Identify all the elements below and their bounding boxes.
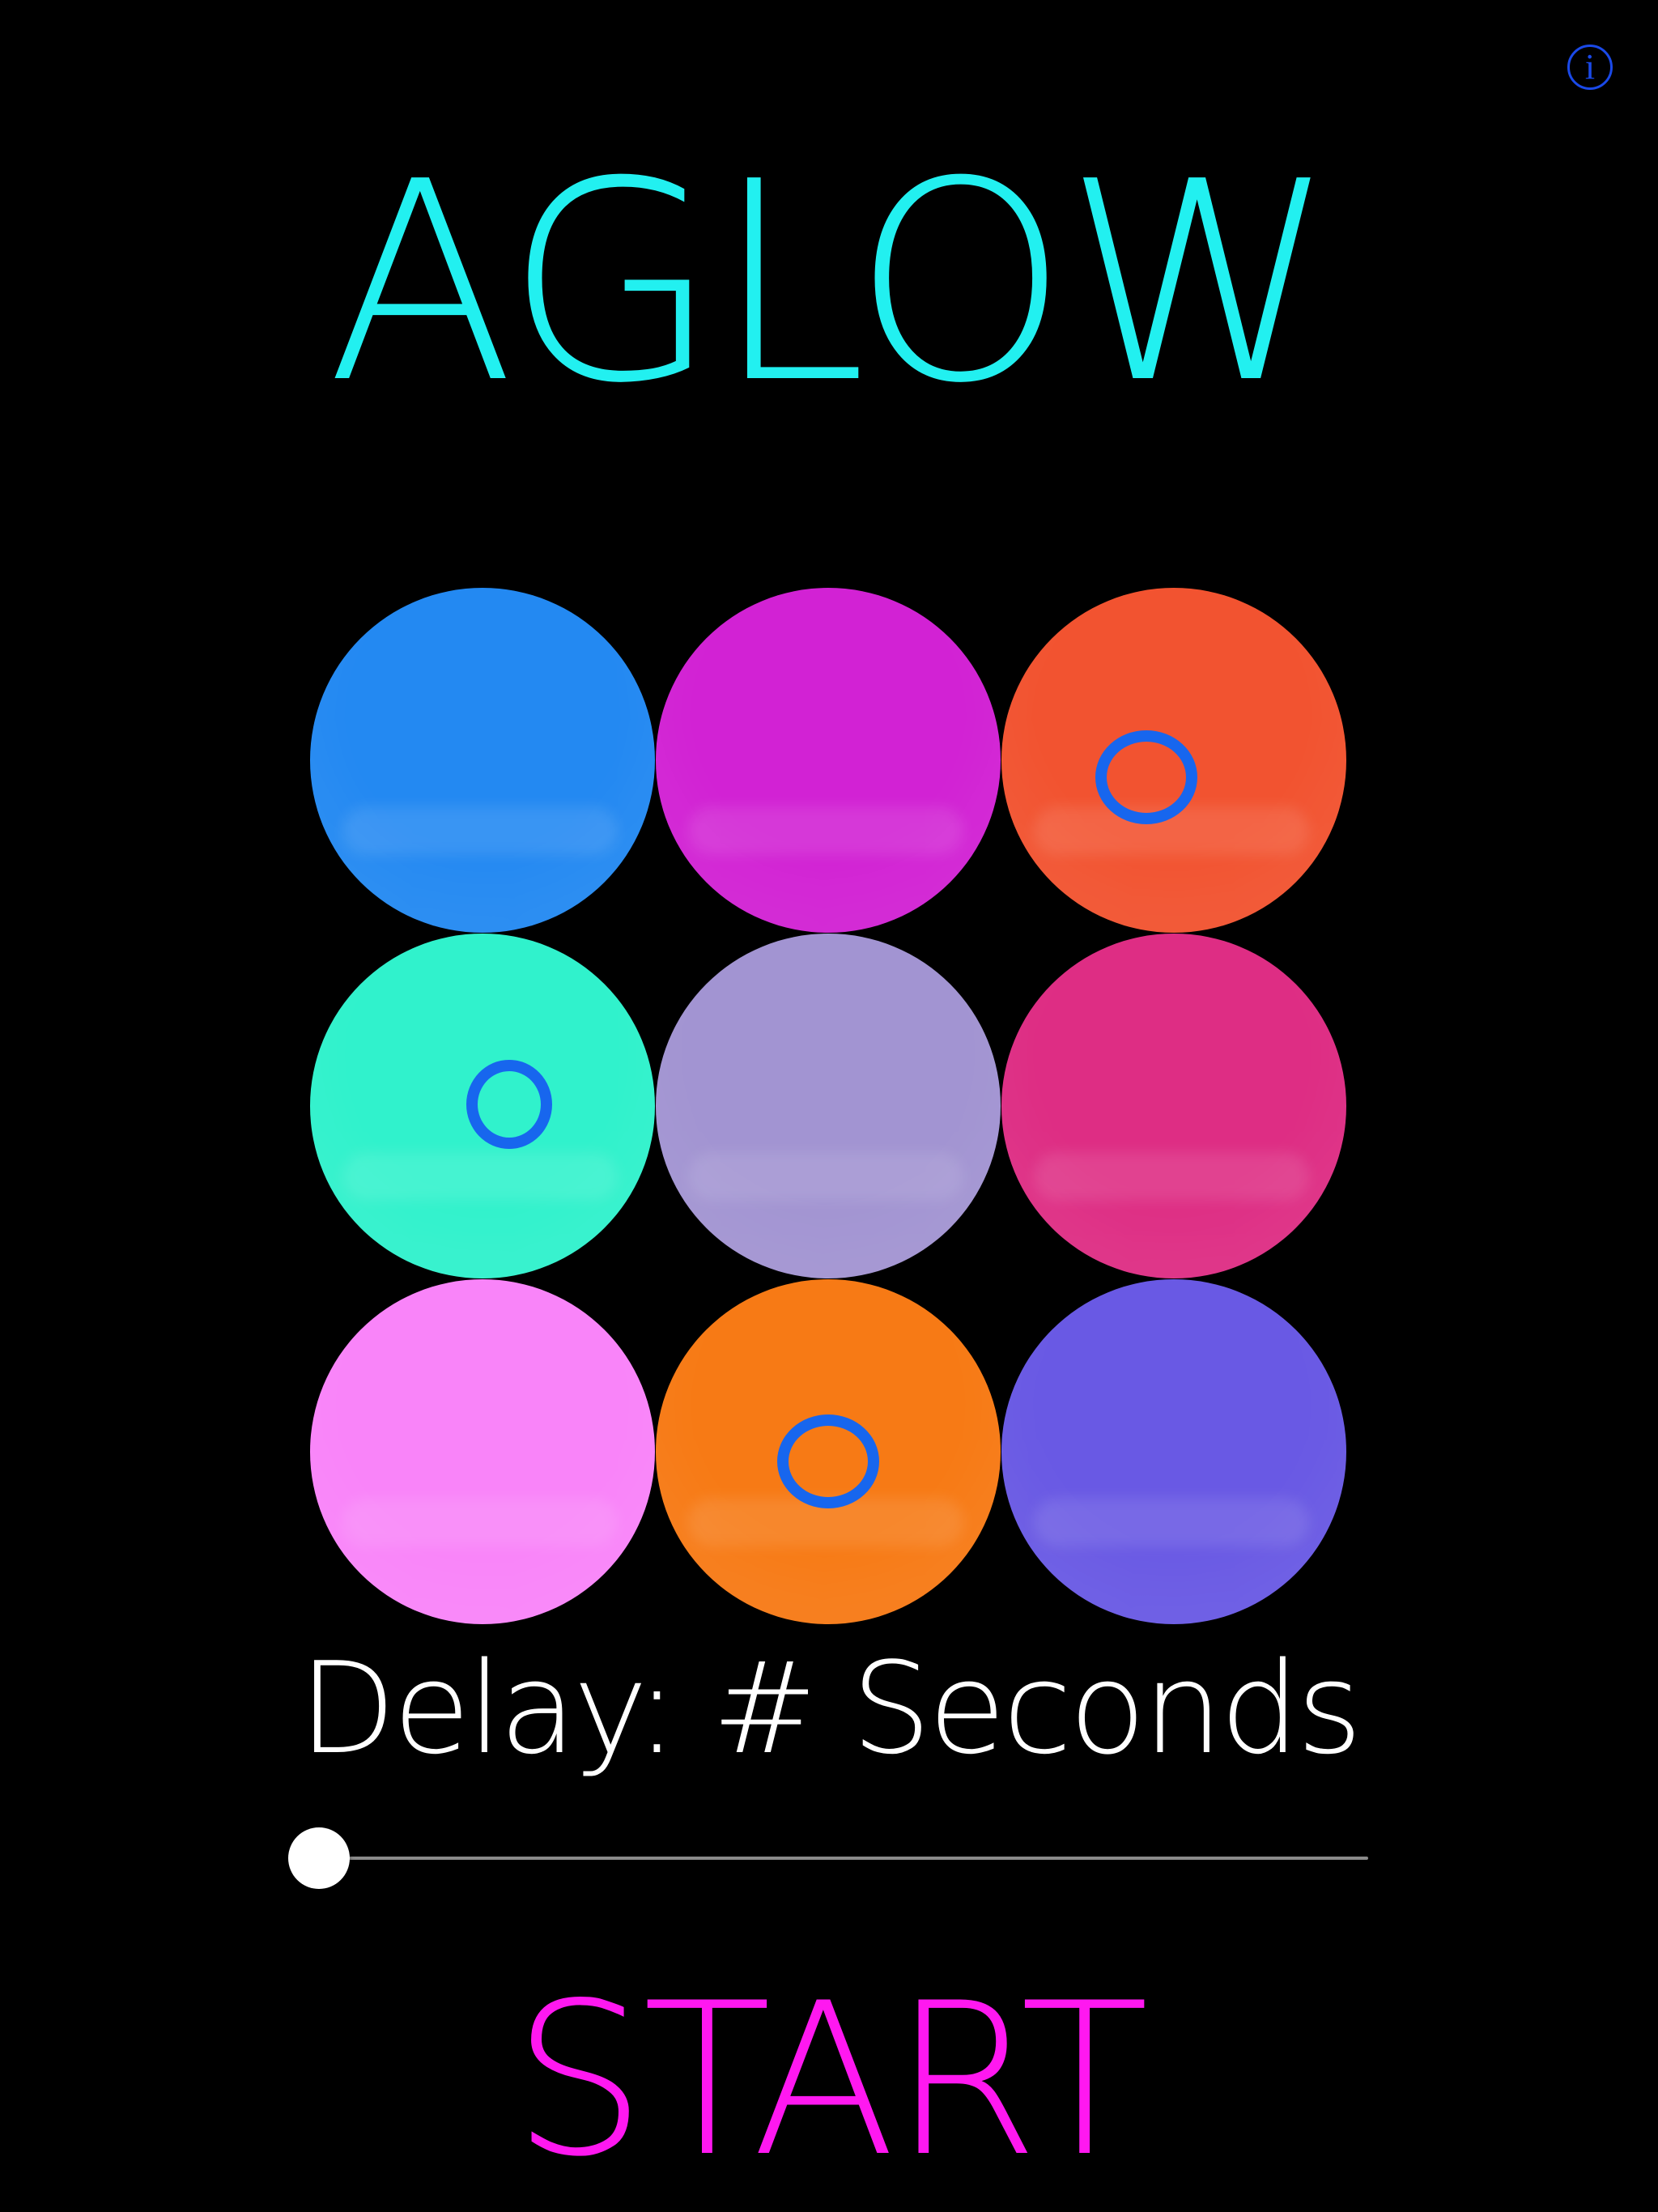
circle-blue[interactable] [310, 588, 655, 933]
app-title: AGLOW [326, 123, 1336, 444]
delay-label: Delay: # Seconds [299, 1635, 1363, 1782]
slider-track [319, 1857, 1368, 1860]
start-button[interactable]: START [0, 1967, 1658, 2194]
circle-sheen [688, 1152, 963, 1201]
circle-sheen [342, 1152, 618, 1201]
circle-purple[interactable] [1001, 1279, 1346, 1624]
circle-sheen [688, 806, 963, 855]
circle-lavender[interactable] [656, 934, 1001, 1278]
circle-sheen [342, 806, 618, 855]
ring-marker-icon [466, 1060, 552, 1149]
circle-light-pink[interactable] [310, 1279, 655, 1624]
circle-sheen [342, 1498, 618, 1546]
color-circle-grid [310, 588, 1347, 1625]
circle-sheen [1034, 1152, 1309, 1201]
info-button[interactable]: i [1567, 45, 1613, 90]
delay-slider[interactable] [288, 1826, 1368, 1891]
ring-marker-icon [777, 1414, 879, 1508]
circle-orange[interactable] [656, 1279, 1001, 1624]
ring-marker-icon [1095, 730, 1197, 824]
slider-thumb[interactable] [288, 1827, 350, 1889]
circle-pink[interactable] [1001, 934, 1346, 1278]
circle-aqua[interactable] [310, 934, 655, 1278]
info-icon: i [1584, 47, 1596, 87]
circle-red-orange[interactable] [1001, 588, 1346, 933]
circle-magenta[interactable] [656, 588, 1001, 933]
circle-sheen [1034, 1498, 1309, 1546]
